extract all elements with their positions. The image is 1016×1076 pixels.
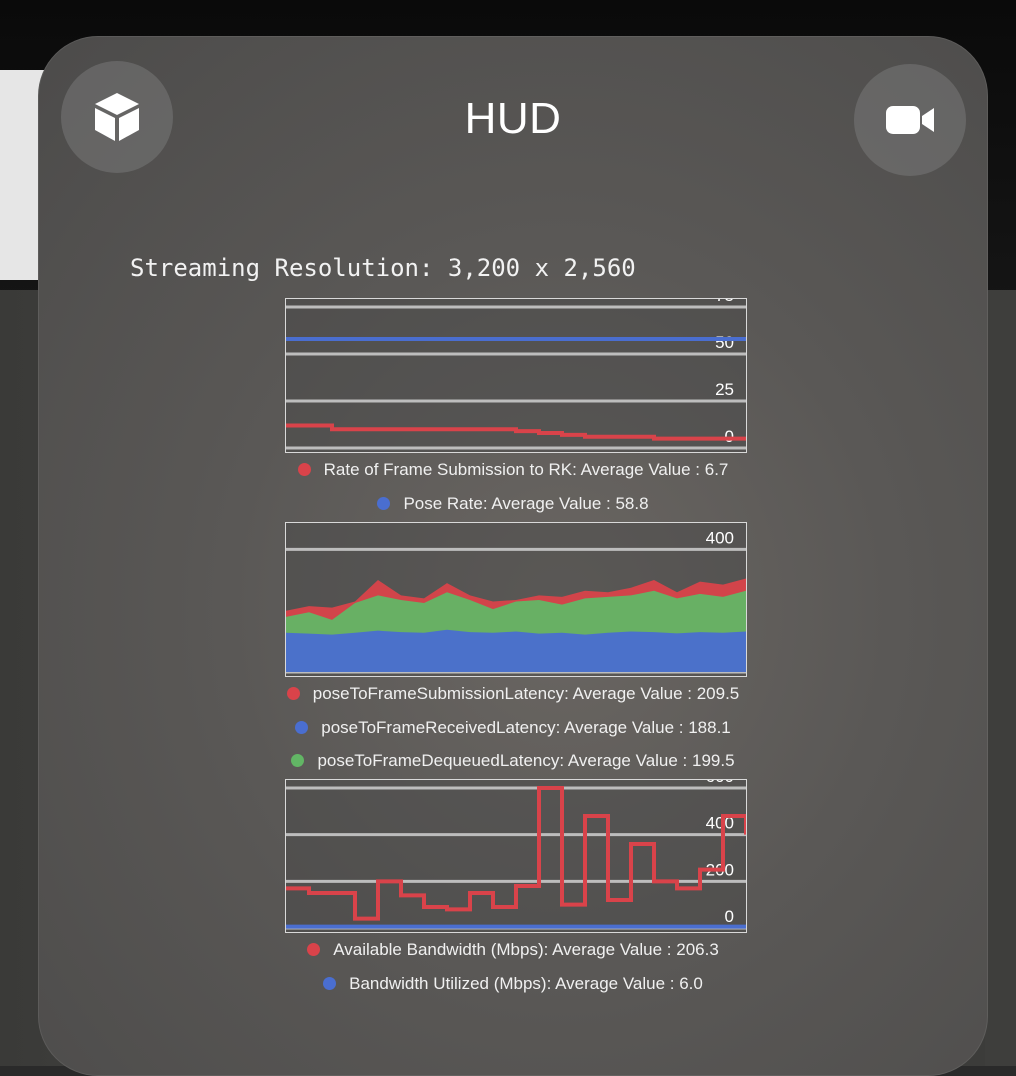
legend-available-bandwidth: Available Bandwidth (Mbps): Average Valu… bbox=[38, 940, 988, 960]
frame-rate-chart-panel: 75 50 25 0 bbox=[285, 298, 747, 453]
legend-label: poseToFrameSubmissionLatency: Average Va… bbox=[313, 684, 740, 703]
latency-chart-panel: 4000 bbox=[285, 522, 747, 677]
bandwidth-chart-panel: 6004002000 bbox=[285, 779, 747, 933]
series-area-2 bbox=[286, 630, 746, 672]
legend-blue-dot bbox=[323, 977, 336, 990]
legend-bandwidth-utilized: Bandwidth Utilized (Mbps): Average Value… bbox=[38, 974, 988, 994]
y-tick-label: 0 bbox=[725, 907, 734, 926]
legend-blue-dot bbox=[295, 721, 308, 734]
legend-label: Rate of Frame Submission to RK: Average … bbox=[324, 460, 729, 479]
frame-rate-chart: 75 50 25 0 bbox=[286, 299, 746, 452]
legend-received-latency: poseToFrameReceivedLatency: Average Valu… bbox=[38, 718, 988, 738]
y-tick-label: 25 bbox=[715, 380, 734, 399]
legend-label: poseToFrameDequeuedLatency: Average Valu… bbox=[317, 751, 734, 770]
legend-pose-rate: Pose Rate: Average Value : 58.8 bbox=[38, 494, 988, 514]
legend-label: Pose Rate: Average Value : 58.8 bbox=[403, 494, 648, 513]
legend-label: Available Bandwidth (Mbps): Average Valu… bbox=[333, 940, 719, 959]
hud-title: HUD bbox=[38, 94, 988, 144]
series-line-2 bbox=[286, 339, 746, 341]
legend-red-dot bbox=[287, 687, 300, 700]
hud-panel: HUD Streaming Resolution: 3,200 x 2,560 … bbox=[38, 36, 988, 1076]
y-tick-label: 50 bbox=[715, 333, 734, 352]
y-tick-label: 75 bbox=[715, 299, 734, 305]
y-tick-label: 0 bbox=[725, 427, 734, 446]
background-pillar bbox=[985, 290, 1016, 1066]
bandwidth-chart: 6004002000 bbox=[286, 780, 746, 932]
y-tick-label: 600 bbox=[706, 780, 734, 786]
latency-chart: 4000 bbox=[286, 523, 746, 676]
legend-blue-dot bbox=[377, 497, 390, 510]
legend-label: Bandwidth Utilized (Mbps): Average Value… bbox=[349, 974, 703, 993]
series-line-1 bbox=[286, 788, 746, 919]
legend-frame-submission-rate: Rate of Frame Submission to RK: Average … bbox=[38, 460, 988, 480]
series-line-1 bbox=[286, 425, 746, 438]
y-tick-label: 400 bbox=[706, 528, 734, 547]
video-camera-icon bbox=[884, 103, 936, 137]
legend-red-dot bbox=[298, 463, 311, 476]
legend-dequeued-latency: poseToFrameDequeuedLatency: Average Valu… bbox=[38, 751, 988, 771]
legend-label: poseToFrameReceivedLatency: Average Valu… bbox=[321, 718, 731, 737]
legend-green-dot bbox=[291, 754, 304, 767]
legend-submission-latency: poseToFrameSubmissionLatency: Average Va… bbox=[38, 684, 988, 704]
legend-red-dot bbox=[307, 943, 320, 956]
streaming-resolution-label: Streaming Resolution: 3,200 x 2,560 bbox=[130, 254, 636, 282]
camera-button[interactable] bbox=[854, 64, 966, 176]
